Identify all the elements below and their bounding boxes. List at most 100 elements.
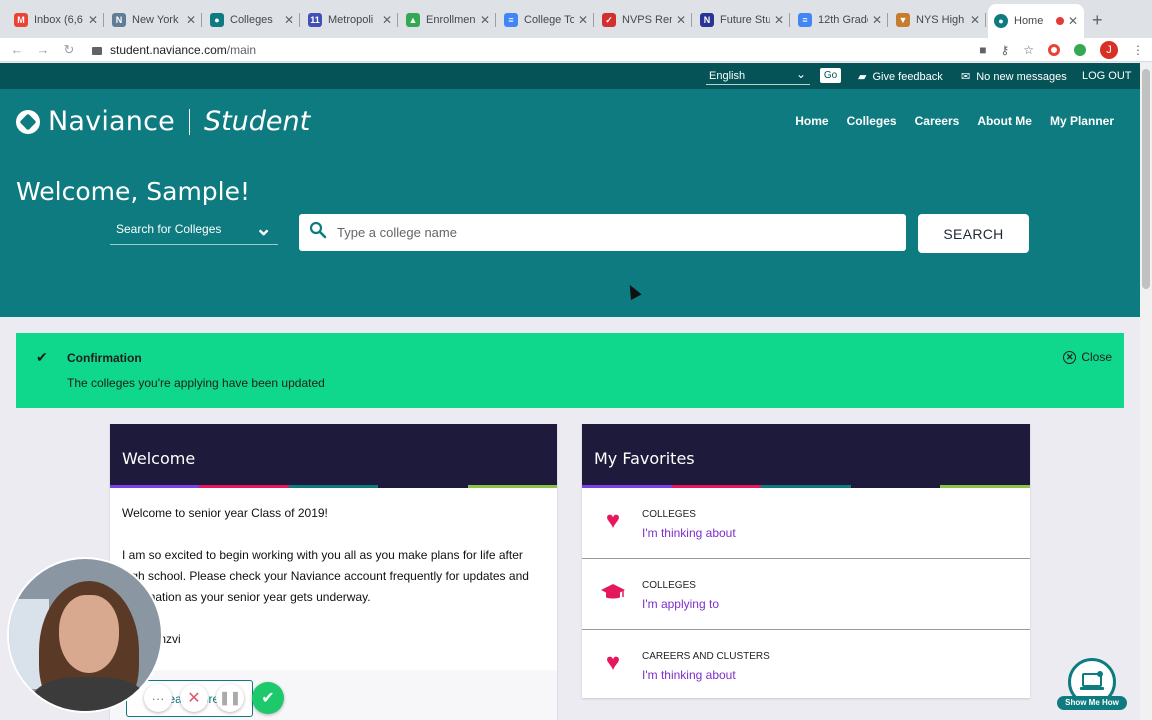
favorite-link[interactable]: I'm thinking about (642, 526, 736, 540)
heart-icon: ♥ (605, 649, 621, 676)
tab-close-icon[interactable]: ✕ (676, 13, 686, 27)
welcome-card-header: Welcome (110, 424, 558, 488)
favorite-item-colleges-applying[interactable]: COLLEGES I'm applying to (582, 559, 1030, 630)
url-field[interactable]: student.naviance.com/main (110, 43, 256, 57)
tab-close-icon[interactable]: ✕ (284, 13, 294, 27)
favorite-category: CAREERS AND CLUSTERS (642, 651, 770, 662)
tab-favicon-icon: ▼ (896, 13, 910, 27)
confirmation-message: The colleges you're applying have been u… (67, 376, 325, 390)
graduation-cap-icon (600, 579, 626, 605)
welcome-heading: Welcome, Sample! (16, 177, 251, 206)
messages-link[interactable]: ✉ No new messages (961, 70, 1067, 84)
tab-close-icon[interactable]: ✕ (774, 13, 784, 27)
browser-tab[interactable]: M Inbox (6,6 ✕ (8, 6, 104, 34)
browser-tab[interactable]: ≡ 12th Grade ✕ (792, 6, 888, 34)
product-name: Student (203, 106, 311, 137)
favorite-item-careers-thinking[interactable]: ♥ CAREERS AND CLUSTERS I'm thinking abou… (582, 630, 1030, 701)
checkmark-icon: ✔ (36, 349, 48, 365)
hero-banner: Naviance Student Home Colleges Careers A… (0, 89, 1140, 317)
tab-favicon-icon: ✓ (602, 13, 616, 27)
welcome-paragraph: I am so excited to begin working with yo… (122, 548, 529, 604)
logout-link[interactable]: LOG OUT (1082, 70, 1132, 82)
webcam-overlay[interactable] (9, 559, 161, 711)
tab-separator (789, 13, 790, 27)
college-search-input[interactable] (337, 225, 877, 240)
tab-separator (103, 13, 104, 27)
nav-my-planner[interactable]: My Planner (1050, 114, 1114, 128)
back-icon[interactable]: ← (4, 42, 30, 57)
lock-icon (92, 46, 102, 55)
favorite-item-colleges-thinking[interactable]: ♥ COLLEGES I'm thinking about (582, 488, 1030, 559)
give-feedback-link[interactable]: ▰ Give feedback (858, 70, 943, 84)
tab-favicon-icon: ≡ (504, 13, 518, 27)
key-icon[interactable]: ⚷ (1000, 43, 1009, 57)
browser-tab[interactable]: ≡ College To ✕ (498, 6, 594, 34)
envelope-icon: ✉ (961, 71, 971, 83)
bookmark-star-icon[interactable]: ☆ (1023, 43, 1034, 57)
nav-careers[interactable]: Careers (915, 114, 960, 128)
browser-tab-active[interactable]: ● Home ✕ (988, 4, 1084, 38)
tab-close-icon[interactable]: ✕ (970, 13, 980, 27)
show-me-how-widget[interactable]: Show Me How (1057, 658, 1127, 712)
browser-tab[interactable]: N New York ✕ (106, 6, 202, 34)
naviance-logo[interactable]: Naviance Student (16, 106, 310, 137)
scrollbar-thumb[interactable] (1142, 69, 1150, 289)
address-bar: ← → ↻ student.naviance.com/main ■ ⚷ ☆ J … (0, 38, 1152, 62)
url-path: /main (226, 42, 257, 57)
browser-toolbar-icons: ■ ⚷ ☆ J ⋮ (979, 41, 1144, 59)
search-type-dropdown[interactable]: Search for Colleges ⌄ (110, 213, 278, 245)
tab-favicon-icon: ● (210, 13, 224, 27)
close-confirmation-button[interactable]: ✕ Close (1063, 350, 1112, 364)
reload-icon[interactable]: ↻ (56, 42, 82, 58)
browser-tab[interactable]: 11 Metropoli ✕ (302, 6, 398, 34)
tab-close-icon[interactable]: ✕ (578, 13, 588, 27)
nav-colleges[interactable]: Colleges (847, 114, 897, 128)
tab-title: College To (524, 14, 574, 26)
welcome-card: Welcome Welcome to senior year Class of … (110, 424, 558, 720)
forward-icon[interactable]: → (30, 42, 56, 57)
tab-close-icon[interactable]: ✕ (382, 13, 392, 27)
browser-tab[interactable]: N Future Stu ✕ (694, 6, 790, 34)
confirmation-banner: ✔ Confirmation The colleges you're apply… (16, 333, 1124, 408)
nav-about-me[interactable]: About Me (977, 114, 1032, 128)
favorite-link[interactable]: I'm applying to (642, 597, 719, 611)
main-nav: Home Colleges Careers About Me My Planne… (795, 114, 1114, 128)
browser-tab[interactable]: ▼ NYS High ✕ (890, 6, 986, 34)
browser-tab[interactable]: ▲ Enrollmen ✕ (400, 6, 496, 34)
camera-icon[interactable]: ■ (979, 43, 986, 57)
browser-tab[interactable]: ● Colleges ✕ (204, 6, 300, 34)
tab-close-icon[interactable]: ✕ (1068, 14, 1078, 28)
tab-favicon-icon: N (700, 13, 714, 27)
my-favorites-card: My Favorites ♥ COLLEGES I'm thinking abo… (582, 424, 1030, 698)
extension-green-icon[interactable] (1074, 44, 1086, 56)
finish-recording-icon[interactable]: ✔ (252, 682, 284, 714)
extension-icon[interactable] (1048, 44, 1060, 56)
tab-favicon-icon: 11 (308, 13, 322, 27)
brand-name: Naviance (48, 106, 175, 137)
pause-recording-icon[interactable]: ❚❚ (216, 684, 244, 712)
url-host: student.naviance.com (110, 42, 227, 57)
tab-title: Inbox (6,6 (34, 14, 83, 26)
tab-close-icon[interactable]: ✕ (186, 13, 196, 27)
page-scrollbar[interactable] (1140, 63, 1152, 720)
browser-menu-icon[interactable]: ⋮ (1132, 43, 1144, 57)
welcome-paragraph: Welcome to senior year Class of 2019! (122, 506, 328, 520)
naviance-logo-icon (16, 109, 40, 134)
tab-title: Metropoli (328, 14, 374, 26)
cancel-recording-icon[interactable]: ✕ (180, 684, 208, 712)
tab-close-icon[interactable]: ✕ (872, 13, 882, 27)
profile-avatar[interactable]: J (1100, 41, 1118, 59)
language-go-button[interactable]: Go (820, 68, 841, 83)
favorites-card-header: My Favorites (582, 424, 1030, 488)
more-options-icon[interactable]: ··· (144, 684, 172, 712)
new-tab-button[interactable]: + (1092, 10, 1103, 31)
language-select[interactable]: English ⌄ (706, 67, 810, 85)
search-type-value: Search for Colleges (116, 222, 222, 236)
nav-home[interactable]: Home (795, 114, 828, 128)
browser-tab[interactable]: ✓ NVPS Ren ✕ (596, 6, 692, 34)
favorite-link[interactable]: I'm thinking about (642, 668, 736, 682)
tab-close-icon[interactable]: ✕ (88, 13, 98, 27)
recording-controls: ··· ✕ ❚❚ ✔ (144, 682, 284, 714)
search-button[interactable]: SEARCH (918, 214, 1029, 253)
tab-close-icon[interactable]: ✕ (480, 13, 490, 27)
